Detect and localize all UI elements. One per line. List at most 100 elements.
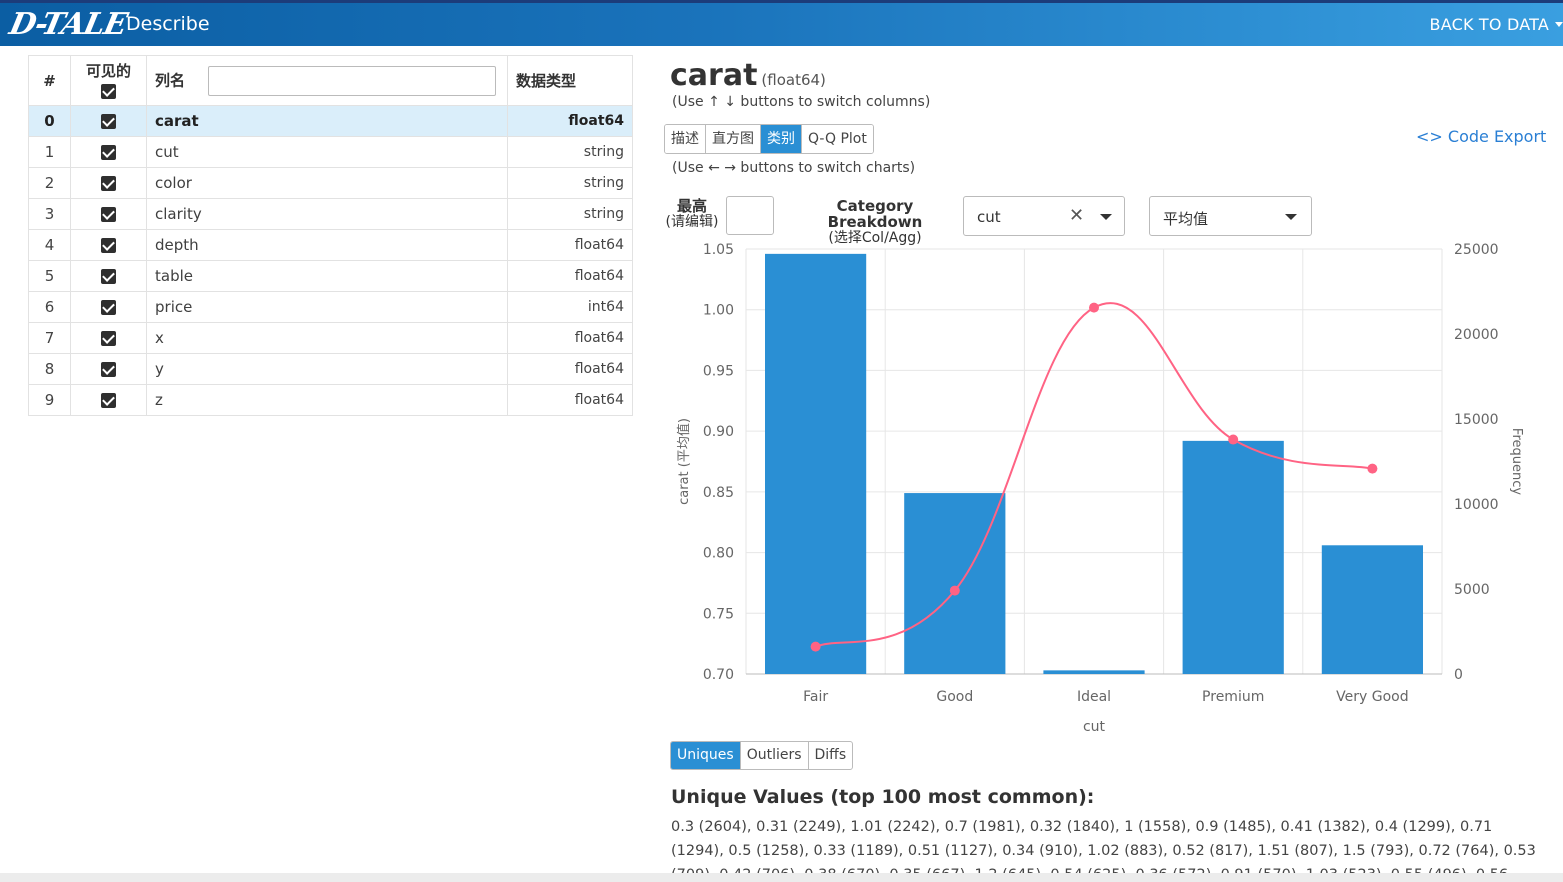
code-export-link[interactable]: <> Code Export: [1416, 127, 1546, 146]
y2-tick-label: 0: [1454, 667, 1463, 683]
row-index: 0: [28, 105, 71, 137]
unique-tabs: Uniques Outliers Diffs: [670, 741, 854, 770]
row-column-name[interactable]: table: [146, 260, 508, 292]
tab-histogram[interactable]: 直方图: [706, 125, 761, 153]
table-row[interactable]: 2 color string: [28, 167, 633, 199]
detail-tabs: 描述 直方图 类别 Q-Q Plot: [664, 124, 874, 154]
page-title: Describe: [126, 13, 210, 35]
table-row[interactable]: 7 x float64: [28, 322, 633, 354]
visible-checkbox[interactable]: [101, 362, 116, 377]
row-column-name[interactable]: y: [146, 353, 508, 385]
top-label: 最高 (请编辑): [664, 199, 720, 230]
tab-categories[interactable]: 类别: [761, 125, 802, 153]
row-visible-cell: [70, 167, 147, 199]
tab-diffs[interactable]: Diffs: [809, 742, 853, 769]
row-column-name[interactable]: carat: [146, 105, 508, 137]
row-index: 3: [28, 198, 71, 230]
row-column-name[interactable]: color: [146, 167, 508, 199]
back-to-data-link[interactable]: BACK TO DATA: [1430, 15, 1549, 34]
top-label-sub: (请编辑): [665, 214, 719, 230]
table-row[interactable]: 3 clarity string: [28, 198, 633, 230]
x-tick-label: Good: [936, 689, 973, 705]
tab-describe[interactable]: 描述: [665, 125, 706, 153]
horizontal-scrollbar[interactable]: [0, 873, 1563, 882]
row-visible-cell: [70, 291, 147, 323]
visible-checkbox[interactable]: [101, 300, 116, 315]
category-column-select[interactable]: cut ✕: [963, 196, 1125, 236]
row-dtype: float64: [507, 353, 633, 385]
visible-checkbox[interactable]: [101, 114, 116, 129]
chevron-down-icon[interactable]: [1285, 214, 1297, 220]
y-axis-title: carat (平均值): [676, 418, 692, 505]
row-column-name[interactable]: z: [146, 384, 508, 416]
clear-icon[interactable]: ✕: [1069, 205, 1084, 226]
x-tick-label: Ideal: [1077, 689, 1111, 705]
visible-checkbox[interactable]: [101, 238, 116, 253]
header-index: #: [28, 55, 71, 106]
visible-checkbox[interactable]: [101, 207, 116, 222]
table-row[interactable]: 4 depth float64: [28, 229, 633, 261]
x-tick-label: Fair: [803, 689, 828, 705]
select-all-checkbox[interactable]: [101, 83, 116, 99]
visible-checkbox[interactable]: [101, 176, 116, 191]
y2-tick-label: 25000: [1454, 242, 1499, 258]
visible-checkbox[interactable]: [101, 269, 116, 284]
row-column-name[interactable]: clarity: [146, 198, 508, 230]
table-row[interactable]: 6 price int64: [28, 291, 633, 323]
dtale-logo[interactable]: D-TALE: [6, 7, 129, 42]
y2-tick-label: 5000: [1454, 582, 1490, 598]
chevron-down-icon[interactable]: [1100, 214, 1112, 220]
row-visible-cell: [70, 353, 147, 385]
header-name: 列名: [146, 55, 508, 106]
tab-qq-plot[interactable]: Q-Q Plot: [802, 125, 873, 153]
bar: [765, 253, 867, 674]
row-column-name[interactable]: x: [146, 322, 508, 354]
frequency-line: [815, 302, 1373, 648]
frequency-point: [949, 585, 960, 596]
switch-charts-hint: (Use ← → buttons to switch charts): [672, 160, 916, 176]
row-index: 1: [28, 136, 71, 168]
column-name-filter-input[interactable]: [208, 65, 497, 96]
visible-checkbox[interactable]: [101, 145, 116, 160]
y-tick-label: 0.70: [703, 667, 734, 683]
row-index: 6: [28, 291, 71, 323]
visible-checkbox[interactable]: [101, 331, 116, 346]
frequency-point: [810, 641, 821, 652]
table-row[interactable]: 0 carat float64: [28, 105, 633, 137]
frequency-point: [1228, 434, 1239, 445]
row-dtype: float64: [507, 322, 633, 354]
row-column-name[interactable]: depth: [146, 229, 508, 261]
y-tick-label: 0.85: [703, 485, 734, 501]
row-column-name[interactable]: cut: [146, 136, 508, 168]
header-dtype: 数据类型: [507, 55, 633, 106]
y2-tick-label: 20000: [1454, 327, 1499, 343]
tab-uniques[interactable]: Uniques: [671, 742, 741, 769]
table-row[interactable]: 1 cut string: [28, 136, 633, 168]
tab-outliers[interactable]: Outliers: [741, 742, 809, 769]
row-column-name[interactable]: price: [146, 291, 508, 323]
column-dtype: (float64): [761, 71, 826, 89]
y2-tick-label: 15000: [1454, 412, 1499, 428]
x-tick-label: Premium: [1202, 689, 1264, 705]
table-row[interactable]: 5 table float64: [28, 260, 633, 292]
switch-columns-hint: (Use ↑ ↓ buttons to switch columns): [672, 94, 931, 110]
row-visible-cell: [70, 229, 147, 261]
row-dtype: float64: [507, 105, 633, 137]
table-row[interactable]: 8 y float64: [28, 353, 633, 385]
chevron-down-icon: [1555, 22, 1563, 27]
bar: [1043, 670, 1145, 674]
top-count-input[interactable]: [726, 196, 774, 235]
row-dtype: string: [507, 167, 633, 199]
bar: [1321, 545, 1423, 674]
y-tick-label: 0.90: [703, 424, 734, 440]
row-visible-cell: [70, 322, 147, 354]
table-row[interactable]: 9 z float64: [28, 384, 633, 416]
visible-checkbox[interactable]: [101, 393, 116, 408]
row-dtype: string: [507, 198, 633, 230]
aggregation-select[interactable]: 平均值: [1149, 196, 1312, 236]
column-title: carat (float64): [670, 58, 826, 93]
y-tick-label: 0.80: [703, 546, 734, 562]
category-breakdown-title: Category Breakdown: [827, 197, 923, 231]
x-axis-title: cut: [1083, 719, 1106, 735]
header-visible: 可见的: [70, 55, 147, 106]
